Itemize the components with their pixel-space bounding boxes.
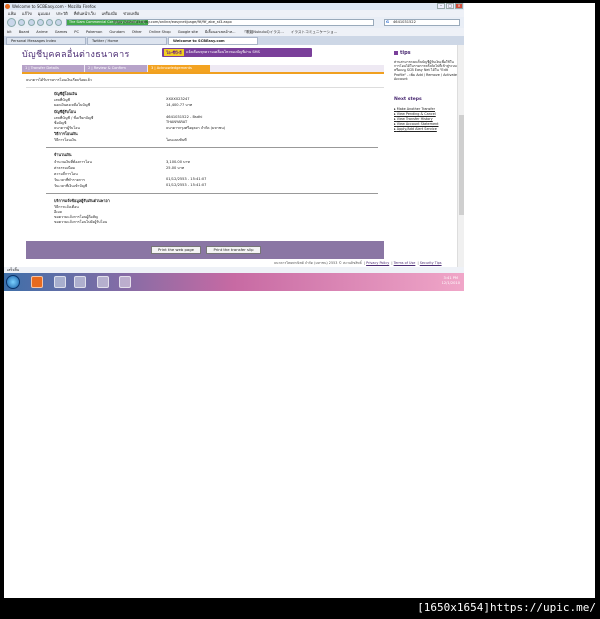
summary-row: จำนวนเงินที่ต้องการโอน 3,100.00 บาท — [54, 160, 190, 164]
start-button[interactable] — [6, 275, 20, 289]
link-view-statement[interactable]: ▸ View Account Statement — [394, 122, 439, 126]
security-link[interactable]: Security Tips — [420, 261, 442, 265]
forward-icon[interactable] — [18, 19, 25, 26]
title-bar: Welcome to SCBEasy.com - Mozilla Firefox… — [4, 3, 464, 10]
link-view-pending[interactable]: ▸ View Pending & Cancel — [394, 112, 436, 116]
bookmark-item[interactable]: Board — [19, 30, 30, 34]
window-title: Welcome to SCBEasy.com - Mozilla Firefox — [12, 4, 96, 9]
tab-strip: Personal Messages Index Twitter / Home W… — [4, 36, 464, 45]
step-review-confirm: 2 | Review & Confirm — [85, 65, 147, 72]
folder-taskbar-icon[interactable] — [74, 276, 86, 288]
bookmark-item[interactable]: Online Shop — [149, 30, 171, 34]
navigation-toolbar: The Siam Commercial Company Limited (TH)… — [4, 17, 464, 28]
step-transfer-details: 1 | Transfer Details — [22, 65, 84, 72]
taskbar-clock[interactable]: 3:41 PM 12/1/2010 — [442, 276, 460, 286]
url-text[interactable]: https://www.scbeasy.com/online/easynet/p… — [113, 20, 232, 25]
step-acknowledgements: 3 | Acknowledgements — [148, 65, 210, 72]
search-text: 4641031522 — [393, 20, 416, 24]
ad-badge: ไอ-ซีบี-อี — [164, 49, 184, 56]
firefox-icon — [5, 4, 10, 9]
windows-taskbar: 3:41 PM 12/1/2010 — [4, 273, 464, 291]
stop-icon[interactable] — [46, 19, 53, 26]
bookmark-item[interactable]: イラストコミュニケーショ... — [291, 30, 337, 35]
bookmark-item[interactable]: ผีเสื้อนอกเขตอ้าห... — [205, 29, 235, 35]
menu-bar: แฟ้ม แก้ไข มุมมอง ประวัติ ที่คั่นหน้าเว็… — [4, 10, 464, 17]
bookmark-item[interactable]: Google site — [178, 30, 198, 34]
tips-text: ท่านสามารถจดเก็บบัญชีผู้รับเงินเพื่อใช้ใ… — [394, 60, 458, 81]
print-page-button[interactable]: Print the web page — [151, 246, 201, 254]
bookmark-item[interactable]: PC — [74, 30, 79, 34]
bookmark-item[interactable]: Anime — [36, 30, 47, 34]
maximize-button[interactable]: □ — [446, 3, 454, 9]
taskbar-app-icon[interactable] — [54, 276, 66, 288]
bookmark-item[interactable]: Gundam — [109, 30, 124, 34]
page-banner: บัญชีบุคคลอื่นต่างธนาคาร ไอ-ซีบี-อี แจ้ง… — [22, 45, 384, 60]
next-steps-heading: Next steps — [394, 97, 422, 102]
menu-file[interactable]: แฟ้ม — [8, 10, 16, 17]
summary-row: วิธีการโอนเงิน โอนแบบทันที — [54, 138, 187, 142]
transfer-summary: บัญชีผู้โอนเงิน เลขที่บัญชี XXXX023247 ยอ… — [26, 87, 384, 239]
divider — [46, 147, 378, 148]
minimize-button[interactable]: – — [437, 3, 445, 9]
page-title: บัญชีบุคคลอื่นต่างธนาคาร — [22, 50, 130, 60]
divider — [46, 193, 378, 194]
url-bar[interactable]: The Siam Commercial Company Limited (TH)… — [66, 19, 374, 26]
close-button[interactable]: × — [455, 3, 463, 9]
menu-help[interactable]: ช่วยเหลือ — [123, 10, 139, 17]
bookmarks-toolbar: bit Board Anime Games PC Pokemon Gundam … — [4, 28, 464, 36]
summary-row: วันเวลาที่ทำรายการ 01/12/2553 - 15:41:07 — [54, 177, 207, 182]
summary-row: ยอดเงินคงเหลือในบัญชี 14,400.77 บาท — [54, 103, 193, 107]
summary-row: วันเวลาที่เงินเข้าบัญชี 01/12/2553 - 15:4… — [54, 183, 207, 188]
tips-icon — [394, 50, 398, 55]
menu-edit[interactable]: แก้ไข — [22, 10, 32, 17]
success-note: ธนาคารได้รับรายการโอนเงินเรียบร้อยแล้ว — [26, 78, 92, 82]
menu-view[interactable]: มุมมอง — [38, 10, 50, 17]
back-icon[interactable] — [7, 18, 16, 27]
firefox-taskbar-icon[interactable] — [31, 276, 43, 288]
copyright: ธนาคารไทยพาณิชย์ จำกัด (มหาชน) 2553 © สง… — [274, 261, 362, 265]
menu-history[interactable]: ประวัติ — [56, 10, 68, 17]
browser-window: Welcome to SCBEasy.com - Mozilla Firefox… — [4, 3, 464, 291]
image-host-watermark: [1650x1654]https://upic.me/ — [417, 601, 596, 614]
tips-heading: tips — [394, 50, 411, 56]
taskbar-app-icon[interactable] — [119, 276, 131, 288]
google-icon[interactable]: G — [386, 20, 389, 25]
menu-tools[interactable]: เครื่องมือ — [102, 10, 118, 17]
dropdown-icon[interactable] — [28, 19, 35, 26]
tab-scbeasy[interactable]: Welcome to SCBEasy.com — [168, 37, 258, 45]
page-footer: ธนาคารไทยพาณิชย์ จำกัด (มหาชน) 2553 © สง… — [274, 261, 442, 265]
summary-row: ธนาคารผู้รับโอน ธนาคารกรุงศรีอยุธยา จำกัด… — [54, 126, 226, 130]
section-heading: จำนวนเงิน — [54, 152, 72, 157]
reload-icon[interactable] — [37, 19, 44, 26]
terms-link[interactable]: Terms of Use — [394, 261, 416, 265]
summary-row: ค่าธรรมเนียม 25.00 บาท — [54, 166, 185, 170]
ad-text: แจ้งเตือนทุกความเคลื่อนไหวของบัญชีผ่าน S… — [186, 50, 260, 54]
link-alert-service[interactable]: ▸ Apply/Add Alert Service — [394, 127, 437, 131]
vertical-scrollbar[interactable] — [457, 45, 464, 267]
bookmark-item[interactable]: Games — [55, 30, 68, 34]
summary-row: ความถี่การโอน — [54, 172, 78, 176]
link-view-history[interactable]: ▸ View Transfer History — [394, 117, 433, 121]
bookmark-item[interactable]: Pokemon — [86, 30, 102, 34]
action-bar: Print the web page Print the transfer sl… — [26, 241, 384, 259]
tab-personal-messages[interactable]: Personal Messages Index — [6, 37, 86, 45]
bookmark-item[interactable]: Other — [132, 30, 142, 34]
media-taskbar-icon[interactable] — [97, 276, 109, 288]
bookmark-item[interactable]: bit — [7, 30, 12, 34]
sms-alert-ad[interactable]: ไอ-ซีบี-อี แจ้งเตือนทุกความเคลื่อนไหวของ… — [162, 48, 312, 57]
step-indicator: 1 | Transfer Details 2 | Review & Confir… — [22, 65, 384, 74]
link-make-another-transfer[interactable]: ▸ Make Another Transfer — [394, 107, 435, 111]
tab-twitter[interactable]: Twitter / Home — [87, 37, 167, 45]
summary-row: ขอความแจ้งการโอนไปยังผู้รับโอน — [54, 220, 108, 224]
blank-area — [464, 3, 595, 291]
print-slip-button[interactable]: Print the transfer slip — [206, 246, 261, 254]
page-content: บัญชีบุคคลอื่นต่างธนาคาร ไอ-ซีบี-อี แจ้ง… — [4, 45, 464, 267]
menu-bookmarks[interactable]: ที่คั่นหน้าเว็บ — [74, 10, 96, 17]
blank-area — [4, 291, 595, 598]
search-input[interactable]: G 4641031522 — [384, 19, 460, 26]
privacy-link[interactable]: Privacy Policy — [366, 261, 389, 265]
home-icon[interactable] — [55, 19, 62, 26]
bookmark-item[interactable]: 「歌姫Nubuluのイラス... — [242, 30, 283, 35]
